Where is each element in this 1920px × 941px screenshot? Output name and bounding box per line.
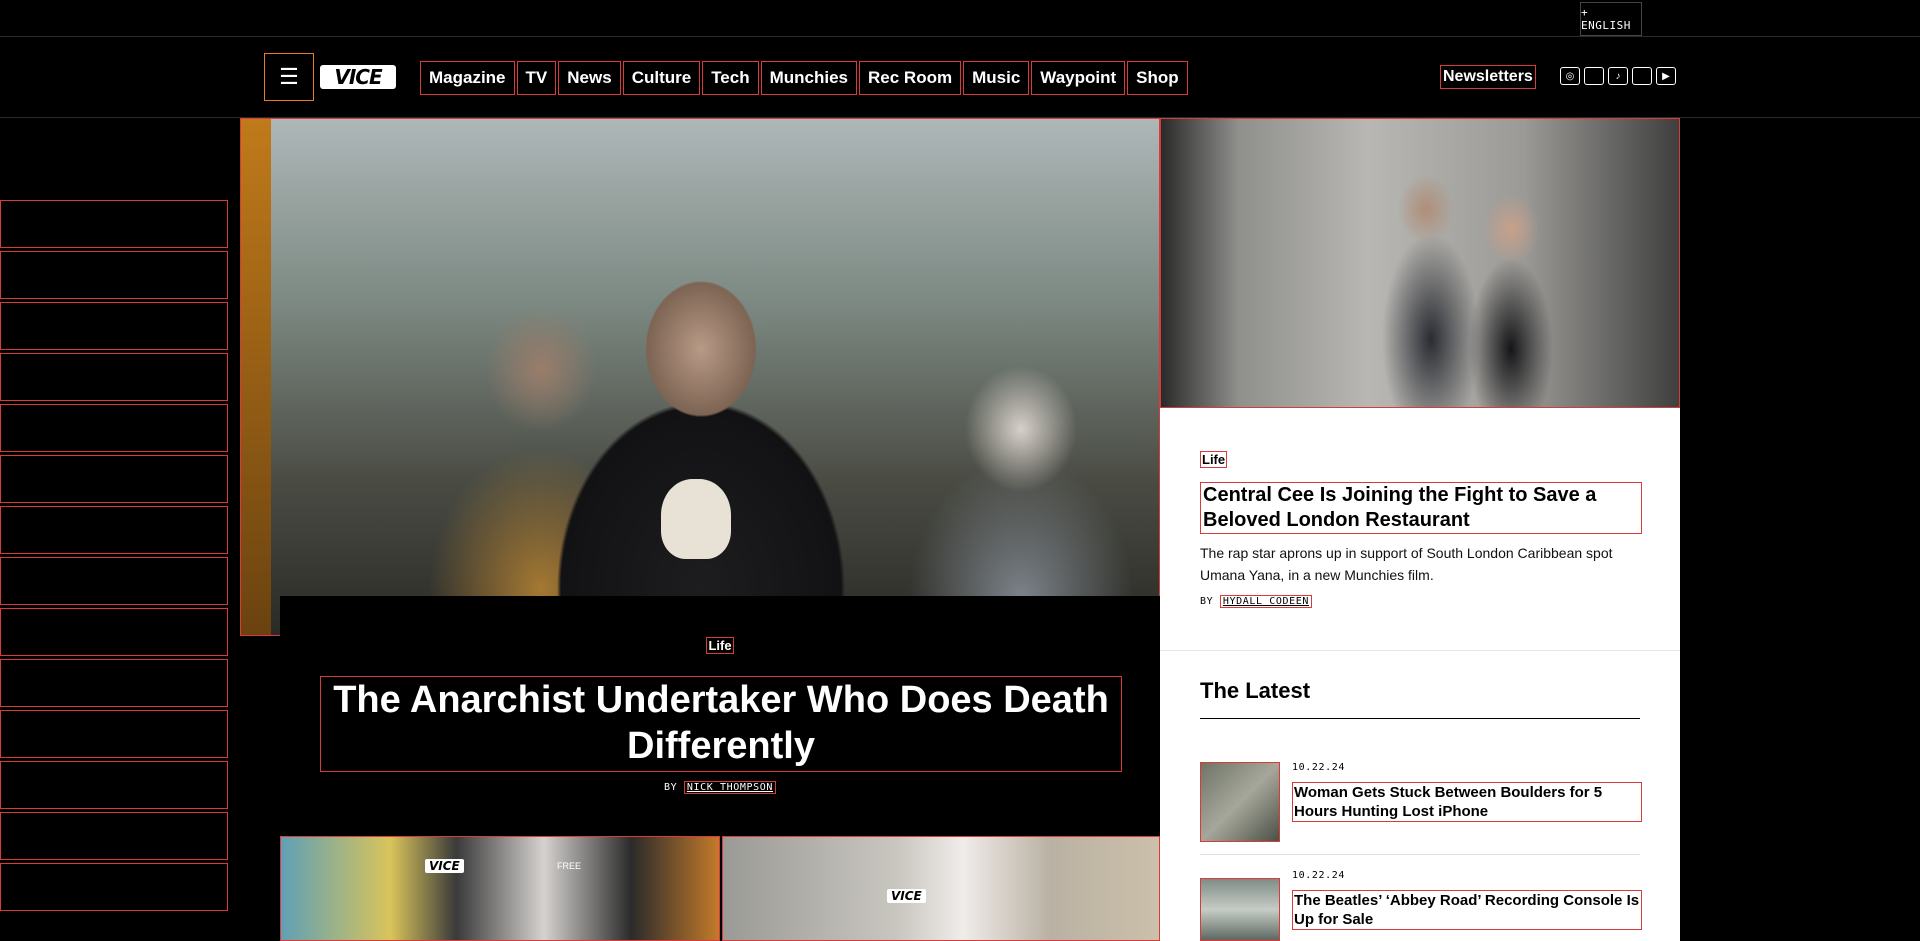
rail-link[interactable] xyxy=(0,863,228,911)
thumb-badge: FREE xyxy=(557,861,582,871)
open-menu-button[interactable]: ☰ xyxy=(264,53,314,101)
latest-heading: The Latest xyxy=(1200,678,1311,703)
nav-shop[interactable]: Shop xyxy=(1127,61,1188,95)
flag-graphic xyxy=(241,119,271,635)
rail-link[interactable] xyxy=(0,659,228,707)
nav-rec-room[interactable]: Rec Room xyxy=(859,61,962,95)
rail-link[interactable] xyxy=(0,812,228,860)
latest-separator xyxy=(1200,854,1640,855)
latest-title-link[interactable]: The Beatles’ ‘Abbey Road’ Recording Cons… xyxy=(1292,890,1642,930)
rail-link[interactable] xyxy=(0,506,228,554)
latest-rule xyxy=(1200,718,1640,719)
nav-waypoint[interactable]: Waypoint xyxy=(1031,61,1126,95)
skull-graphic xyxy=(661,479,731,559)
main-nav: Magazine TV News Culture Tech Munchies R… xyxy=(420,61,1190,95)
feature-category: Life xyxy=(1200,451,1228,468)
nav-news[interactable]: News xyxy=(558,61,621,95)
vice-logo[interactable]: VICE xyxy=(320,65,396,89)
rail-link[interactable] xyxy=(0,761,228,809)
nav-music[interactable]: Music xyxy=(963,61,1030,95)
feature-category-link[interactable]: Life xyxy=(1200,451,1228,468)
feature-title-link[interactable]: Central Cee Is Joining the Fight to Save… xyxy=(1200,482,1642,534)
rail-link[interactable] xyxy=(0,608,228,656)
latest-item: 10.22.24 The Beatles’ ‘Abbey Road’ Recor… xyxy=(1200,870,1642,941)
rail-link[interactable] xyxy=(0,353,228,401)
rail-link[interactable] xyxy=(0,404,228,452)
nav-tv[interactable]: TV xyxy=(516,61,557,95)
hero-title-link[interactable]: The Anarchist Undertaker Who Does Death … xyxy=(320,676,1122,772)
rail-link[interactable] xyxy=(0,710,228,758)
menu-icon: ☰ xyxy=(279,64,299,89)
nav-tech[interactable]: Tech xyxy=(702,61,759,95)
latest-thumb-link[interactable] xyxy=(1200,878,1280,941)
hero-author-link[interactable]: NICK THOMPSON xyxy=(683,781,776,794)
rail-link[interactable] xyxy=(0,251,228,299)
nav-munchies[interactable]: Munchies xyxy=(760,61,858,95)
latest-date: 10.22.24 xyxy=(1292,762,1345,773)
tiktok-icon[interactable]: ♪ xyxy=(1608,67,1628,85)
youtube-icon[interactable]: ▶ xyxy=(1656,67,1676,85)
right-column: Life Central Cee Is Joining the Fight to… xyxy=(1160,118,1680,941)
nav-magazine[interactable]: Magazine xyxy=(420,61,515,95)
article-thumbnail-link[interactable]: VICE xyxy=(722,836,1160,941)
hero-byline: BY NICK THOMPSON xyxy=(280,781,1160,794)
twitter-icon[interactable] xyxy=(1584,67,1604,85)
rail-link[interactable] xyxy=(0,557,228,605)
language-selector-button[interactable]: + ENGLISH xyxy=(1580,2,1642,36)
hero-article-card: Life The Anarchist Undertaker Who Does D… xyxy=(280,596,1160,836)
section-divider xyxy=(1160,650,1680,651)
hero-image-link[interactable] xyxy=(240,118,1160,636)
hero-byline-prefix: BY xyxy=(664,782,678,793)
rail-link[interactable] xyxy=(0,302,228,350)
vice-logo-thumb: VICE xyxy=(425,859,464,873)
latest-item: 10.22.24 Woman Gets Stuck Between Boulde… xyxy=(1200,762,1642,846)
feature-author-link[interactable]: HYDALL CODEEN xyxy=(1219,595,1312,608)
latest-date: 10.22.24 xyxy=(1292,870,1345,881)
facebook-icon[interactable] xyxy=(1632,67,1652,85)
left-rail xyxy=(0,200,232,914)
hero-category: Life xyxy=(280,637,1160,654)
hero-category-link[interactable]: Life xyxy=(706,637,734,654)
feature-image-link[interactable] xyxy=(1160,118,1680,408)
nav-culture[interactable]: Culture xyxy=(622,61,701,95)
rail-link[interactable] xyxy=(0,455,228,503)
language-bar: + ENGLISH xyxy=(0,0,1920,37)
site-header: ☰ VICE Magazine TV News Culture Tech Mun… xyxy=(0,37,1920,118)
rail-link[interactable] xyxy=(0,200,228,248)
article-thumbnail-link[interactable]: VICE FREE xyxy=(280,836,720,941)
vice-logo-thumb: VICE xyxy=(887,889,926,903)
newsletters-link[interactable]: Newsletters xyxy=(1440,65,1536,89)
feature-description: The rap star aprons up in support of Sou… xyxy=(1200,545,1613,583)
feature-byline: BY HYDALL CODEEN xyxy=(1200,595,1312,608)
instagram-icon[interactable]: ◎ xyxy=(1560,67,1580,85)
latest-thumb-link[interactable] xyxy=(1200,762,1280,842)
latest-title-link[interactable]: Woman Gets Stuck Between Boulders for 5 … xyxy=(1292,782,1642,822)
social-links: ◎ ♪ ▶ xyxy=(1560,67,1676,85)
feature-byline-prefix: BY xyxy=(1200,596,1214,607)
